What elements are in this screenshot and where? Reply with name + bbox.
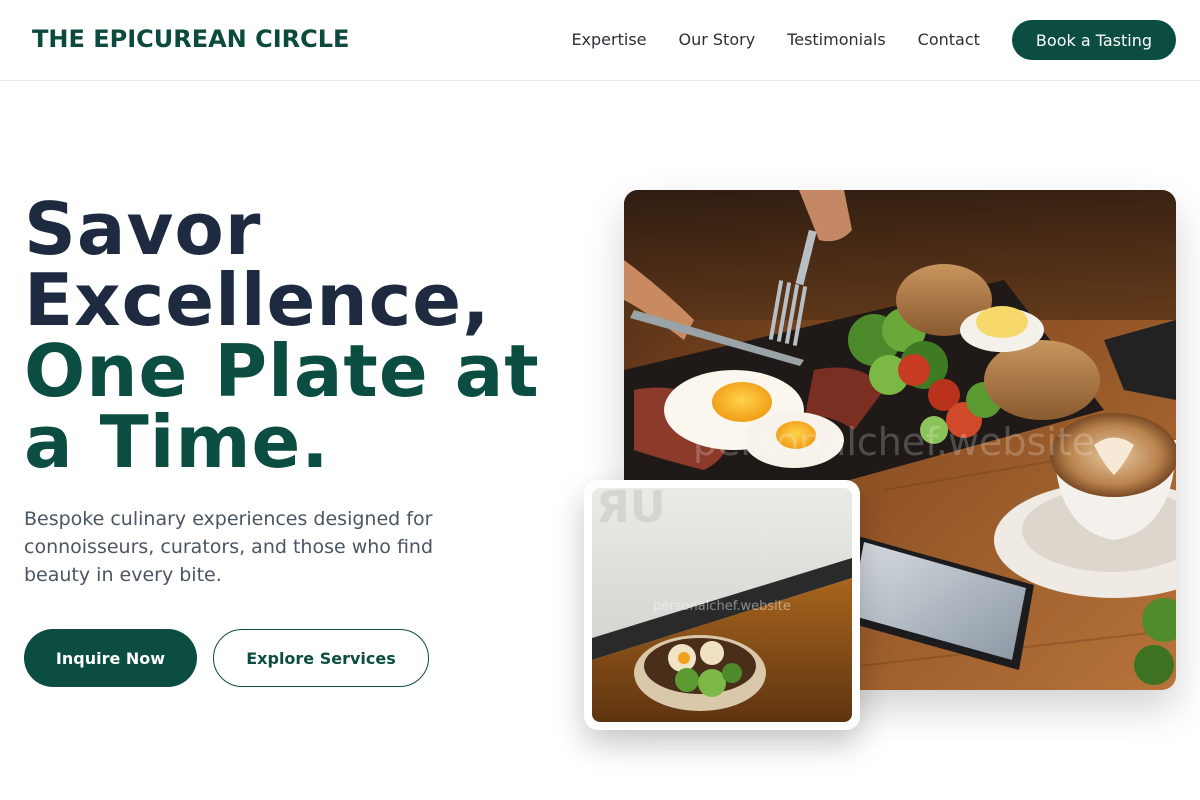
brand-logo[interactable]: THE EPICUREAN CIRCLE — [32, 24, 349, 54]
hero-title-line-1: Savor — [24, 187, 262, 271]
explore-services-button[interactable]: Explore Services — [213, 629, 429, 687]
inset-photo-watermark: personalchef.website — [653, 599, 791, 614]
hero-title: Savor Excellence, One Plate at a Time. — [24, 187, 584, 484]
site-header: THE EPICUREAN CIRCLE Expertise Our Story… — [0, 0, 1200, 81]
main-photo-watermark: personalchef.website — [693, 420, 1095, 464]
nav-link-testimonials[interactable]: Testimonials — [787, 20, 886, 60]
book-tasting-button[interactable]: Book a Tasting — [1011, 20, 1176, 60]
hero-inset-card: ЯU personalchef.website — [584, 480, 860, 730]
hero-inset-photo: ЯU personalchef.website — [592, 488, 852, 722]
hero-title-line-4: a Time. — [24, 400, 330, 484]
nav-link-expertise[interactable]: Expertise — [571, 20, 646, 60]
hero-title-line-2: Excellence, — [24, 258, 491, 342]
hero-title-line-3: One Plate at — [24, 329, 540, 413]
nav-link-contact[interactable]: Contact — [918, 20, 980, 60]
hero-subtitle: Bespoke culinary experiences designed fo… — [24, 508, 434, 586]
svg-text:ЯU: ЯU — [596, 488, 666, 533]
nav-link-our-story[interactable]: Our Story — [679, 20, 756, 60]
main-nav: Expertise Our Story Testimonials Contact… — [571, 20, 1176, 60]
inquire-now-button[interactable]: Inquire Now — [24, 629, 197, 687]
